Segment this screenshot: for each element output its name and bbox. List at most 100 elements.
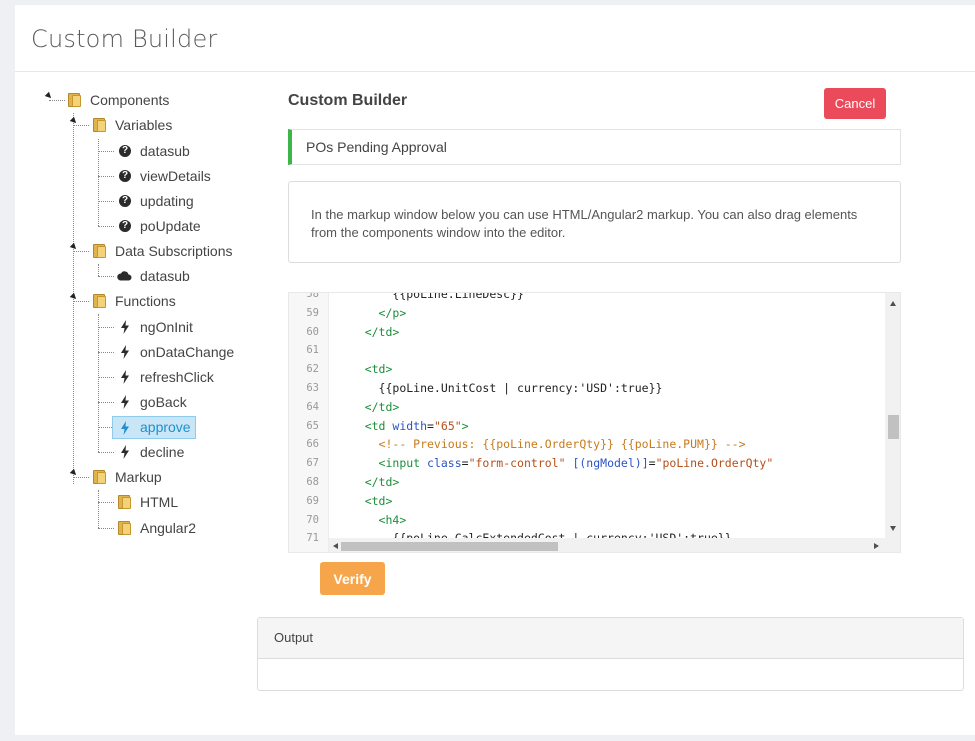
instructions-text: In the markup window below you can use H… [311,207,858,240]
tree-node-approve-selected[interactable]: approve [112,416,196,439]
code-text: <h4> [337,511,407,530]
tree-node-angular2[interactable]: Angular2 [137,518,199,538]
tree-node-decline[interactable]: decline [137,442,187,462]
code-line[interactable]: 62 <td> [289,360,889,379]
builder-title: Custom Builder [288,92,408,109]
line-number: 68 [306,475,319,488]
vertical-scroll-thumb[interactable] [888,415,899,439]
code-lines[interactable]: 58 {{poLine.LineDesc}} 59 </p> 60 </td> 61 6… [289,292,889,552]
code-line[interactable]: 64 </td> [289,398,889,417]
line-number: 72 [289,548,319,552]
tree-node-goback[interactable]: goBack [137,392,190,412]
vertical-scrollbar[interactable] [885,293,900,538]
expand-arrow-icon[interactable] [69,468,79,478]
tree-node-variables[interactable]: Variables [112,115,175,135]
tree-node-ngoninit[interactable]: ngOnInit [137,317,196,337]
code-token: <!-- Previous: {{poLine.OrderQty}} {{poL… [378,437,746,452]
tree-node-refreshclick[interactable]: refreshClick [137,367,217,387]
form-name-banner: POs Pending Approval [288,129,901,165]
line-number: 58 [306,292,319,300]
code-line[interactable]: 67 <input class="form-control" [(ngModel… [289,454,889,473]
code-token: <td [364,418,393,433]
code-token: </td> [364,474,400,489]
tree-node-datasub[interactable]: datasub [137,141,193,161]
tree-node-viewdetails[interactable]: viewDetails [137,166,214,186]
line-number: 64 [306,400,319,413]
code-token: {{poLine.UnitCost | currency:'USD':true}… [378,380,663,395]
line-number: 71 [306,532,319,545]
code-line[interactable]: 68 </td> [289,473,889,492]
expand-arrow-icon[interactable] [69,242,79,252]
tree-node-updating[interactable]: updating [137,191,197,211]
cloud-icon [117,271,132,281]
code-line[interactable]: 65 <td width="65"> [289,417,889,436]
cancel-button[interactable]: Cancel [824,88,886,119]
tree-node-components[interactable]: Components [87,90,172,110]
scrollbar-corner [885,538,900,552]
folder-icon [92,470,107,484]
horizontal-scroll-thumb[interactable] [341,542,558,551]
line-number: 62 [306,363,319,376]
scroll-down-arrow-icon[interactable] [890,526,896,531]
code-line[interactable]: 70 <h4> [289,511,889,530]
folder-icon [67,93,82,107]
horizontal-scrollbar[interactable] [329,538,885,552]
code-line[interactable]: 59 </p> [289,304,889,323]
line-number: 63 [306,381,319,394]
scroll-left-arrow-icon[interactable] [333,543,338,549]
code-token: = [461,456,469,471]
folder-icon [117,495,132,509]
tree-node-poupdate[interactable]: poUpdate [137,216,204,236]
code-token: {{poLine.LineDesc}} [392,292,524,301]
tree-node-subscription-datasub[interactable]: datasub [137,266,193,286]
lightning-icon [121,395,129,409]
line-number: 65 [306,419,319,432]
code-line[interactable]: 66 <!-- Previous: {{poLine.OrderQty}} {{… [289,435,889,454]
code-text: {{poLine.LineDesc}} [337,292,524,304]
question-icon: ? [119,220,131,232]
scroll-right-arrow-icon[interactable] [874,543,879,549]
components-tree: Components Variables ? datasub ? viewDet… [15,5,255,565]
line-number: 67 [306,457,319,470]
code-line[interactable]: 60 </td> [289,323,889,342]
code-line[interactable]: 69 <td> [289,492,889,511]
tree-node-html[interactable]: HTML [137,492,181,512]
question-icon: ? [119,170,131,182]
expand-arrow-icon[interactable] [69,292,79,302]
scroll-up-arrow-icon[interactable] [890,301,896,306]
code-token: = [648,456,656,471]
output-header: Output [258,618,963,659]
code-text: <!-- Previous: {{poLine.OrderQty}} {{poL… [337,435,746,454]
expand-arrow-icon[interactable] [44,91,54,101]
tree-node-markup[interactable]: Markup [112,467,165,487]
code-line[interactable]: 58 {{poLine.LineDesc}} [289,292,889,304]
expand-arrow-icon[interactable] [69,116,79,126]
code-line[interactable]: 63 {{poLine.UnitCost | currency:'USD':tr… [289,379,889,398]
folder-icon [92,294,107,308]
lightning-icon [121,370,129,384]
code-token: "65" [433,418,462,433]
markup-code-editor[interactable]: 58 {{poLine.LineDesc}} 59 </p> 60 </td> 61 6… [288,292,901,553]
line-number: 59 [306,306,319,319]
code-text: {{poLine.UnitCost | currency:'USD':true}… [337,379,663,398]
code-token: "poLine.OrderQty" [655,456,774,471]
code-token: [(ngModel)] [572,456,649,471]
code-line[interactable]: 61 [289,341,889,360]
folder-icon [92,118,107,132]
tree-node-ondatachange[interactable]: onDataChange [137,342,237,362]
code-token: <td> [364,362,393,377]
verify-button[interactable]: Verify [320,562,385,595]
tree-node-functions[interactable]: Functions [112,291,179,311]
code-token: <input [378,456,428,471]
tree-node-data-subscriptions[interactable]: Data Subscriptions [112,241,236,261]
code-token: </td> [364,399,400,414]
code-token: </td> [364,324,400,339]
